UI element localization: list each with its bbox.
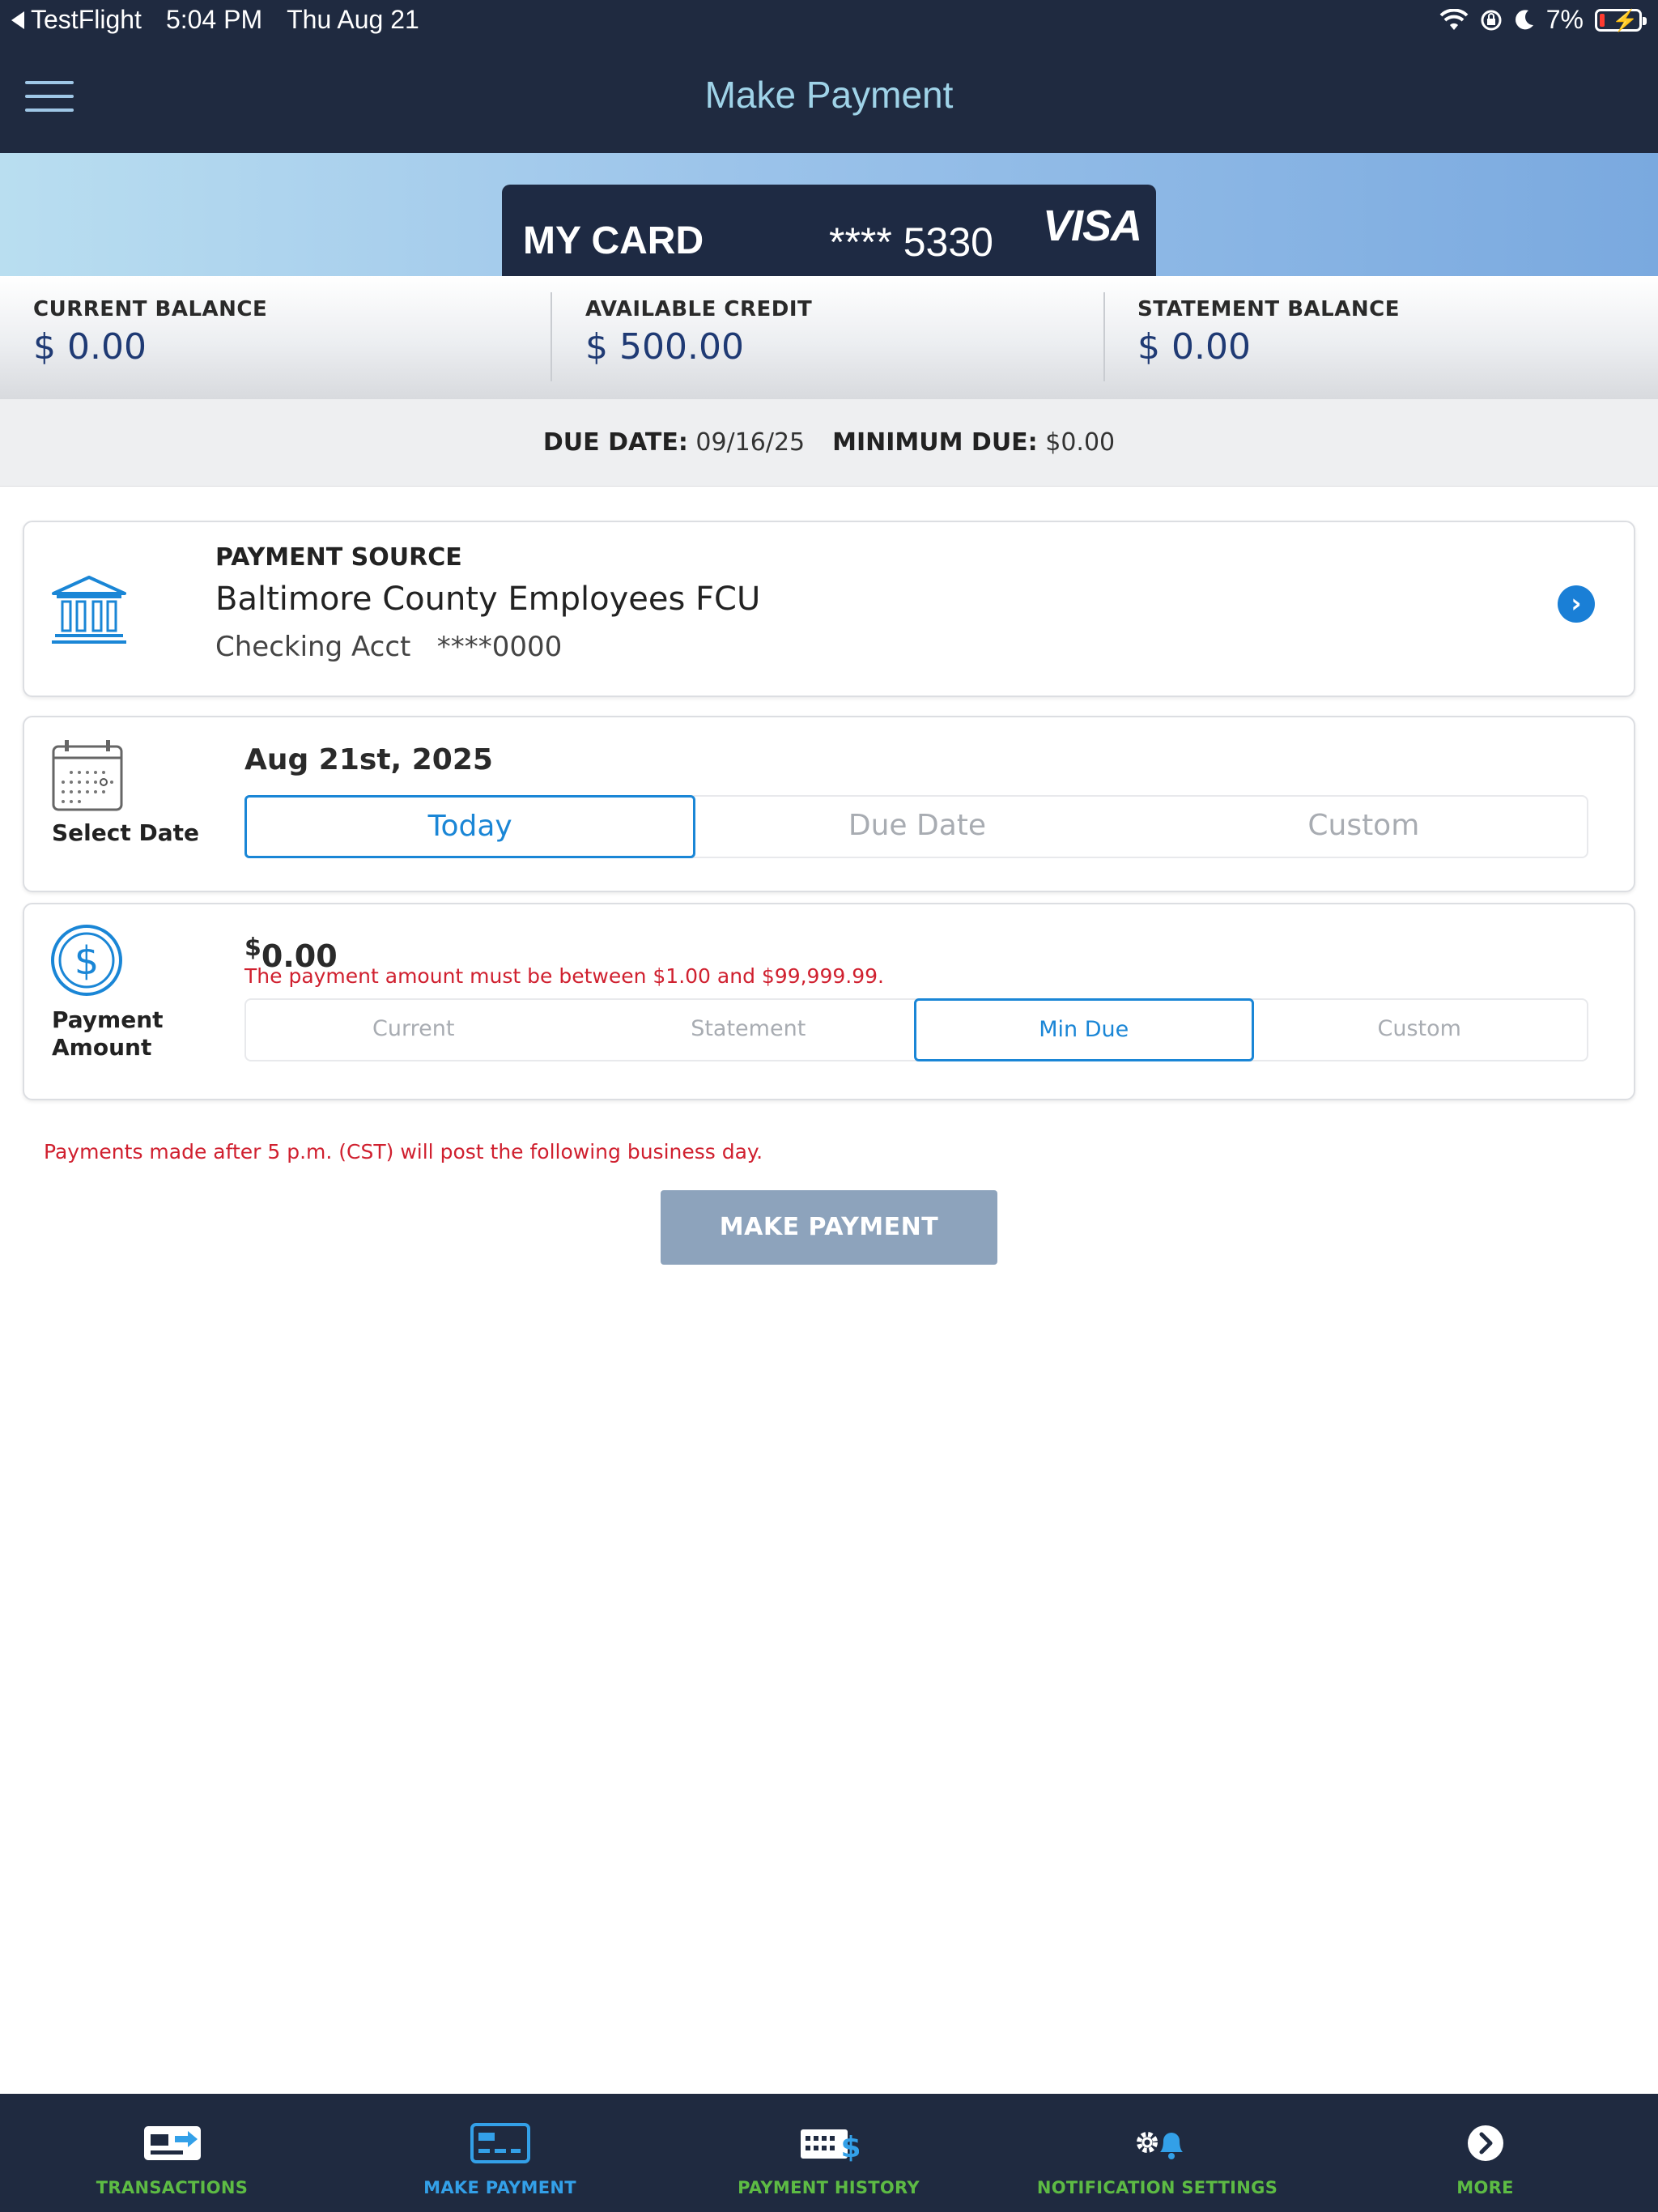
card-banner: MY CARD **** 5330 VISA (0, 153, 1658, 276)
make-payment-button[interactable]: MAKE PAYMENT (661, 1190, 997, 1265)
due-date-label: DUE DATE: (542, 428, 688, 457)
payment-amount-panel: $ Payment Amount $0.00 The payment amoun… (23, 903, 1635, 1100)
divider (551, 292, 552, 381)
svg-text:$: $ (840, 2131, 859, 2163)
payment-amount-caption: Payment Amount (52, 1006, 164, 1061)
current-balance-label: CURRENT BALANCE (33, 297, 268, 321)
due-date-value: 09/16/25 (695, 428, 806, 457)
current-balance-value: $ 0.00 (33, 326, 147, 368)
chevron-right-icon[interactable]: › (1558, 585, 1595, 623)
available-credit-label: AVAILABLE CREDIT (585, 297, 813, 321)
status-left: TestFlight 5:04 PM Thu Aug 21 (11, 5, 444, 35)
tab-label: MORE (1456, 2178, 1514, 2197)
dollar-coin-icon: $ (51, 925, 122, 996)
visa-logo: VISA (1043, 202, 1142, 250)
tab-more[interactable]: MORE (1320, 2094, 1651, 2212)
battery-percent: 7% (1545, 5, 1584, 34)
select-date-caption: Select Date (52, 819, 199, 846)
tab-label: PAYMENT HISTORY (738, 2178, 920, 2197)
minimum-due-label: MINIMUM DUE: (832, 428, 1038, 457)
status-date: Thu Aug 21 (287, 5, 419, 34)
tab-transactions[interactable]: TRANSACTIONS (6, 2094, 338, 2212)
payment-source-account: Checking Acct ****0000 (215, 631, 563, 663)
tab-label: TRANSACTIONS (96, 2178, 249, 2197)
orientation-lock-icon (1481, 10, 1502, 30)
date-option-custom[interactable]: Custom (1141, 797, 1587, 857)
calendar-icon (52, 740, 123, 811)
due-strip: DUE DATE: 09/16/25 MINIMUM DUE: $0.00 (0, 399, 1658, 487)
currency-symbol: $ (244, 934, 261, 962)
minimum-due-value: $0.00 (1045, 428, 1116, 457)
status-time: 5:04 PM (165, 5, 263, 34)
card-payment-icon (470, 2123, 530, 2163)
do-not-disturb-moon-icon (1515, 9, 1533, 29)
amount-option-statement[interactable]: Statement (581, 1000, 916, 1060)
divider (1103, 292, 1105, 381)
card-number: **** 5330 (829, 219, 993, 265)
page-title: Make Payment (704, 74, 954, 116)
amount-option-min-due[interactable]: Min Due (914, 998, 1254, 1061)
tab-payment-history[interactable]: $ PAYMENT HISTORY (663, 2094, 994, 2212)
top-bar: TestFlight 5:04 PM Thu Aug 21 7% ⚡ Make … (0, 0, 1658, 153)
tab-make-payment[interactable]: MAKE PAYMENT (334, 2094, 665, 2212)
date-option-due-date[interactable]: Due Date (694, 797, 1140, 857)
amount-option-custom[interactable]: Custom (1252, 1000, 1588, 1060)
card-selector[interactable]: MY CARD **** 5330 VISA (502, 185, 1156, 276)
selected-date: Aug 21st, 2025 (244, 743, 493, 776)
payment-source-institution: Baltimore County Employees FCU (215, 581, 761, 618)
payment-source-label: PAYMENT SOURCE (215, 543, 462, 572)
available-credit-value: $ 500.00 (585, 326, 744, 368)
select-date-panel: Select Date Aug 21st, 2025 Today Due Dat… (23, 716, 1635, 892)
battery-icon: ⚡ (1595, 8, 1647, 32)
date-option-selector: Today Due Date Custom (244, 795, 1588, 858)
tab-notification-settings[interactable]: NOTIFICATION SETTINGS (992, 2094, 1323, 2212)
back-arrow-icon[interactable] (11, 11, 24, 29)
svg-text:$: $ (74, 938, 100, 984)
cutoff-notice: Payments made after 5 p.m. (CST) will po… (44, 1140, 763, 1163)
payment-history-icon: $ (800, 2129, 859, 2163)
date-option-today[interactable]: Today (244, 795, 696, 858)
more-chevron-icon (1467, 2125, 1503, 2161)
amount-option-current[interactable]: Current (246, 1000, 581, 1060)
statement-balance-value: $ 0.00 (1137, 326, 1251, 368)
balances-row: CURRENT BALANCE $ 0.00 AVAILABLE CREDIT … (0, 276, 1658, 399)
status-bar: TestFlight 5:04 PM Thu Aug 21 7% ⚡ (0, 0, 1658, 40)
amount-option-selector: Current Statement Min Due Custom (244, 998, 1588, 1061)
tab-label: NOTIFICATION SETTINGS (1036, 2178, 1278, 2197)
transactions-icon (143, 2126, 201, 2160)
statement-balance-label: STATEMENT BALANCE (1137, 297, 1400, 321)
amount-error-message: The payment amount must be between $1.00… (244, 964, 884, 988)
make-payment-screen: TestFlight 5:04 PM Thu Aug 21 7% ⚡ Make … (0, 0, 1658, 2212)
bottom-tab-bar: TRANSACTIONS MAKE PAYMENT $ PAYMENT HIST… (0, 2094, 1658, 2212)
notification-settings-icon (1136, 2132, 1183, 2159)
card-name: MY CARD (523, 219, 704, 262)
payment-source-panel[interactable]: PAYMENT SOURCE Baltimore County Employee… (23, 521, 1635, 697)
tab-label: MAKE PAYMENT (423, 2178, 576, 2197)
bank-icon (52, 576, 126, 644)
back-app-label[interactable]: TestFlight (31, 5, 142, 35)
wifi-icon (1439, 8, 1469, 30)
status-right: 7% ⚡ (1428, 5, 1647, 35)
